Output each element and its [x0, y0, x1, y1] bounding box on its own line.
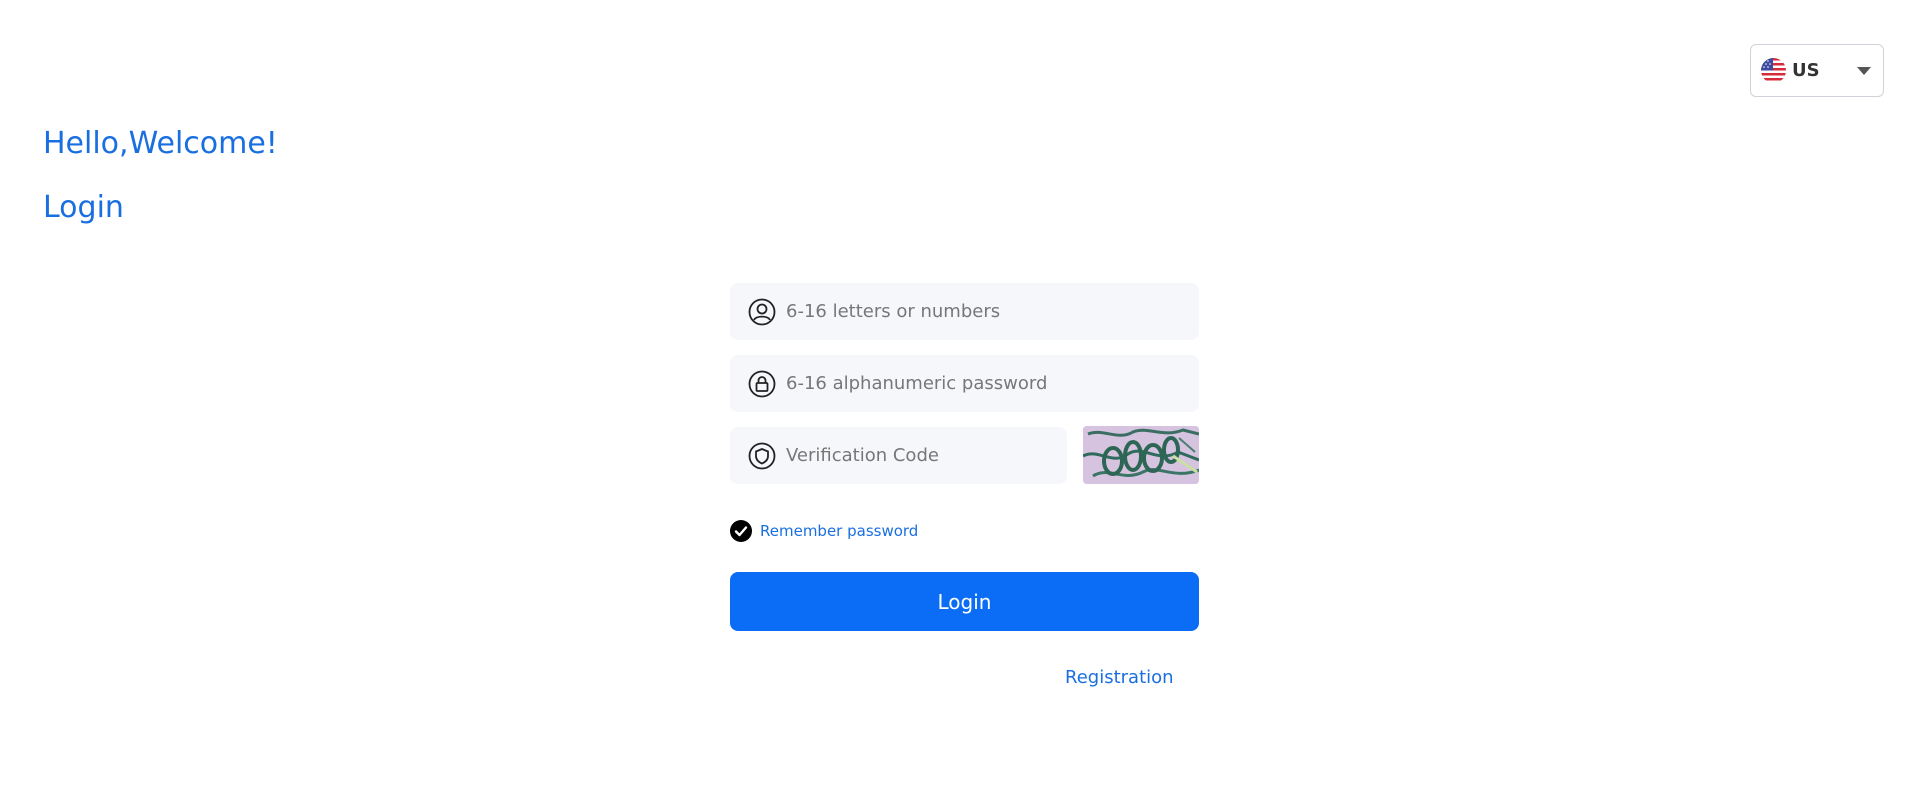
lock-icon — [748, 370, 776, 398]
registration-link[interactable]: Registration — [1065, 667, 1174, 688]
remember-password-label[interactable]: Remember password — [760, 522, 918, 540]
username-field[interactable] — [730, 283, 1199, 340]
captcha-image[interactable] — [1083, 426, 1199, 484]
username-input[interactable] — [784, 300, 1168, 323]
password-input[interactable] — [784, 372, 1168, 395]
welcome-heading: Hello,Welcome! — [43, 126, 278, 161]
remember-password-checkbox[interactable]: Remember password — [730, 520, 918, 542]
password-field[interactable] — [730, 355, 1199, 412]
user-icon — [748, 298, 776, 326]
verification-input[interactable] — [784, 444, 1048, 467]
verification-field[interactable] — [730, 427, 1067, 484]
page-title: Login — [43, 190, 124, 225]
chevron-down-icon — [1857, 67, 1871, 75]
language-selector[interactable]: US — [1750, 44, 1884, 97]
login-button[interactable]: Login — [730, 572, 1199, 631]
login-page: US Hello,Welcome! Login 6-16 letters or … — [0, 0, 1920, 811]
shield-icon — [748, 442, 776, 470]
language-label: US — [1792, 60, 1820, 81]
us-flag-icon — [1761, 58, 1786, 83]
checkbox-checked-icon[interactable] — [730, 520, 752, 542]
